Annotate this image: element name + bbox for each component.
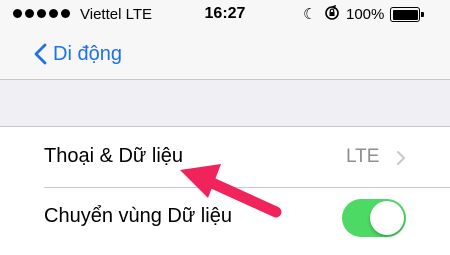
battery-icon (390, 7, 424, 22)
status-bar: Viettel LTE 16:27 ☾ 100% (0, 0, 450, 30)
data-roaming-toggle[interactable] (342, 199, 406, 237)
battery-percent: 100% (346, 6, 385, 23)
rotation-lock-icon (325, 5, 339, 20)
row-value: LTE (346, 146, 380, 167)
navigation-bar: Di động (0, 30, 450, 80)
back-label: Di động (53, 42, 122, 65)
chevron-left-icon (34, 43, 47, 65)
back-button[interactable]: Di động (34, 40, 122, 68)
annotation-arrow-icon (180, 164, 282, 218)
do-not-disturb-icon: ☾ (303, 6, 317, 23)
row-label: Thoại & Dữ liệu (44, 145, 184, 167)
chevron-right-icon (397, 151, 405, 165)
toggle-knob (370, 201, 404, 235)
